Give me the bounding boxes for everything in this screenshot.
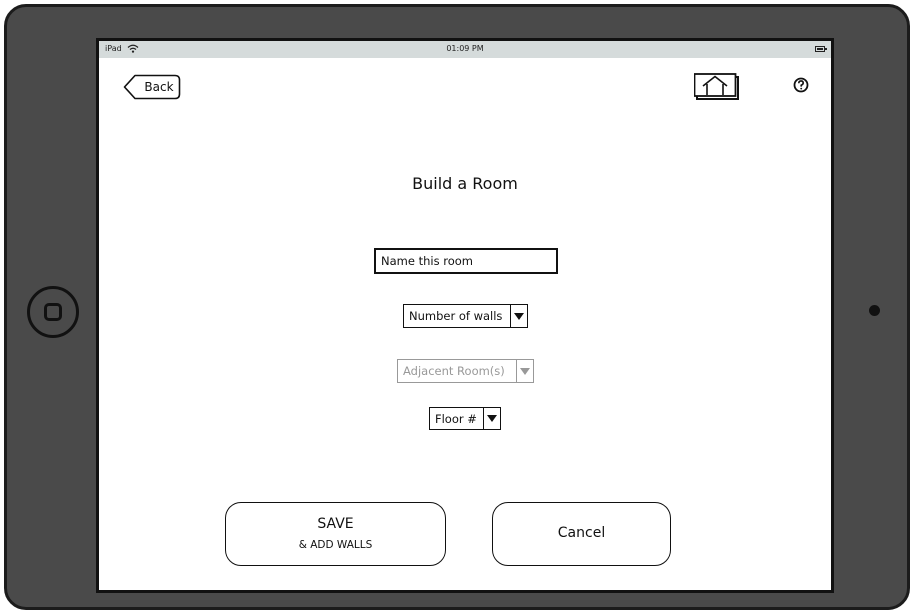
number-of-walls-label: Number of walls xyxy=(409,309,503,323)
status-time: 01:09 PM xyxy=(446,44,484,53)
app-screen: iPad 01:09 PM Back Build a Room Name thi… xyxy=(96,38,834,593)
save-add-walls-button[interactable]: SAVE & ADD WALLS xyxy=(225,502,446,566)
number-of-walls-select[interactable]: Number of walls xyxy=(403,304,528,328)
camera-dot xyxy=(869,305,880,316)
back-label: Back xyxy=(144,80,174,94)
battery-icon xyxy=(815,46,827,52)
floor-number-select[interactable]: Floor # xyxy=(429,407,501,430)
save-label: SAVE xyxy=(317,516,354,532)
adjacent-rooms-label: Adjacent Room(s) xyxy=(403,364,505,378)
question-mark-icon[interactable] xyxy=(793,77,809,93)
adjacent-rooms-select: Adjacent Room(s) xyxy=(397,359,534,383)
cancel-button[interactable]: Cancel xyxy=(492,502,671,566)
dropdown-arrow-icon xyxy=(510,305,527,327)
dropdown-arrow-icon xyxy=(483,408,500,429)
cancel-label: Cancel xyxy=(557,525,606,541)
device-home-button[interactable] xyxy=(27,286,79,338)
page-title: Build a Room xyxy=(412,174,518,193)
floor-number-label: Floor # xyxy=(435,411,477,426)
home-button-square-icon xyxy=(44,303,62,321)
back-button[interactable]: Back xyxy=(123,74,181,100)
house-icon[interactable] xyxy=(694,73,740,101)
dropdown-arrow-icon xyxy=(516,360,533,382)
status-bar: iPad 01:09 PM xyxy=(99,41,831,58)
room-name-input[interactable] xyxy=(374,248,558,274)
save-sublabel: & ADD WALLS xyxy=(298,539,373,551)
ipad-frame: iPad 01:09 PM Back Build a Room Name thi… xyxy=(4,4,910,610)
